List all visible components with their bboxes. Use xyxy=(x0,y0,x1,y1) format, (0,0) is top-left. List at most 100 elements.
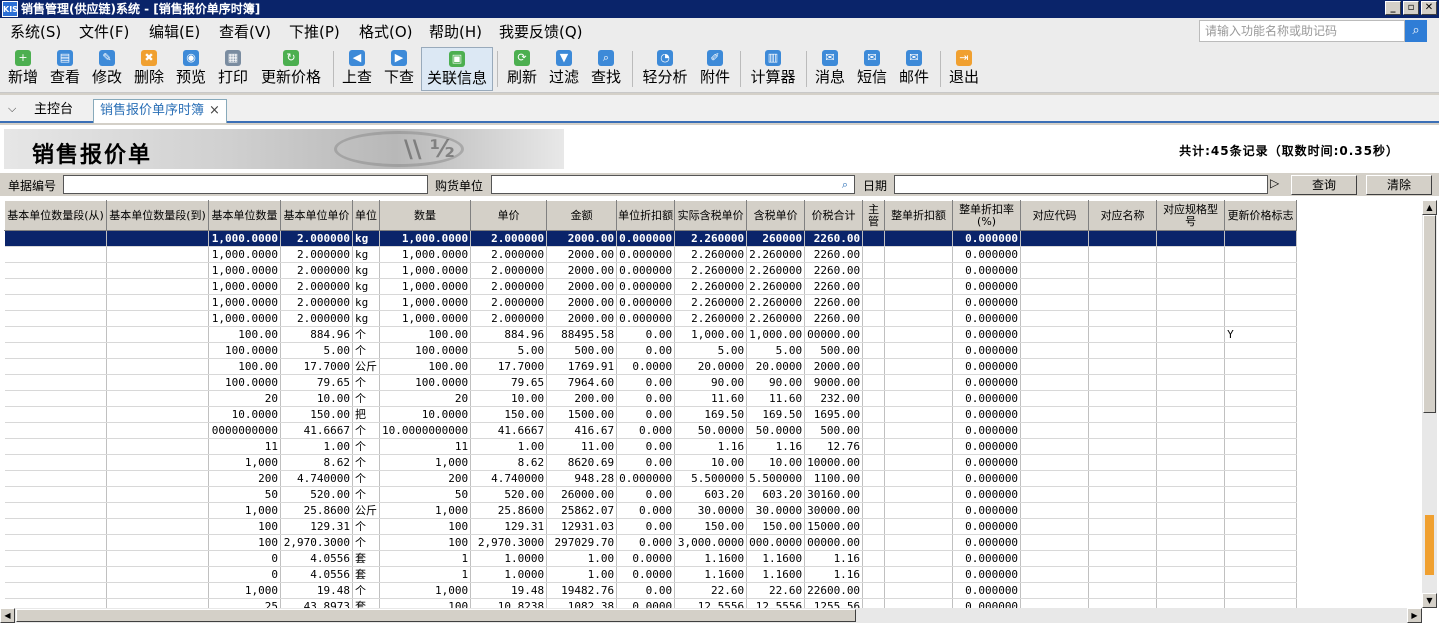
date-arrow-icon[interactable]: ▷ xyxy=(1270,176,1279,190)
column-header[interactable]: 基本单位单价 xyxy=(280,200,353,231)
column-header[interactable]: 单位 xyxy=(352,200,380,231)
link-info-button[interactable]: ▣ 关联信息 xyxy=(421,47,493,91)
vertical-scrollbar[interactable]: ▲ ▼ xyxy=(1422,200,1437,608)
table-row[interactable]: 1,000.0000 2.000000 kg 1,000.0000 2.000000 20… xyxy=(4,230,1298,247)
minimize-button[interactable]: _ xyxy=(1385,1,1401,15)
preview-button[interactable]: ◉ 预览 xyxy=(172,47,210,91)
chevron-down-icon[interactable]: ⌵ xyxy=(8,102,16,116)
column-header[interactable]: 对应规格型号 xyxy=(1156,200,1226,231)
filter-button[interactable]: ▼ 过滤 xyxy=(545,47,583,91)
add-button[interactable]: + 新增 xyxy=(4,47,42,91)
message-button[interactable]: ✉ 消息 xyxy=(811,47,849,91)
table-row[interactable]: 1,000 19.48 个 1,000 19.48 19482.76 0.00 22.60 22… xyxy=(4,582,1298,599)
find-button[interactable]: ⌕ 查找 xyxy=(587,47,625,91)
print-button[interactable]: ▦ 打印 xyxy=(214,47,252,91)
table-row[interactable]: 1,000.0000 2.000000 kg 1,000.0000 2.000000 20… xyxy=(4,294,1298,311)
column-header[interactable]: 单位折扣额 xyxy=(616,200,676,231)
table-cell: 2.260000 xyxy=(746,294,806,311)
scroll-thumb[interactable] xyxy=(16,609,856,622)
clear-button[interactable]: 清除 xyxy=(1366,175,1432,195)
column-header[interactable]: 金额 xyxy=(546,200,618,231)
table-row[interactable]: 25 43.8973 套 100 10.8238 1082.38 0.0000 12.5556… xyxy=(4,598,1298,608)
column-header[interactable]: 基本单位数量段(从) xyxy=(4,200,107,231)
table-cell: 0.000000 xyxy=(616,470,676,487)
column-header[interactable]: 基本单位数量 xyxy=(208,200,281,231)
menu-help[interactable]: 帮助(H) xyxy=(429,22,482,42)
menu-format[interactable]: 格式(O) xyxy=(359,22,413,42)
date-input[interactable] xyxy=(894,175,1268,194)
table-row[interactable]: 0 4.0556 套 1 1.0000 1.00 0.0000 1.1600 1.1600 1.1… xyxy=(4,550,1298,567)
menu-file[interactable]: 文件(F) xyxy=(79,22,129,42)
calculator-button[interactable]: ▥ 计算器 xyxy=(746,47,800,91)
query-down-button[interactable]: ▶ 下查 xyxy=(380,47,418,91)
table-row[interactable]: 100.0000 79.65 个 100.0000 79.65 7964.60 0.00 90… xyxy=(4,374,1298,391)
tab-quote-journal[interactable]: 销售报价单序时簿 × xyxy=(93,99,227,123)
table-row[interactable]: 100.00 17.7000 公斤 100.00 17.7000 1769.91 0.000… xyxy=(4,358,1298,375)
scroll-left-icon[interactable]: ◀ xyxy=(0,608,15,623)
exit-button[interactable]: ⇥ 退出 xyxy=(945,47,983,91)
column-header[interactable]: 对应代码 xyxy=(1020,200,1090,231)
horizontal-scrollbar[interactable]: ◀ ▶ xyxy=(0,608,1422,623)
table-row[interactable]: 1,000.0000 2.000000 kg 1,000.0000 2.000000 20… xyxy=(4,246,1298,263)
column-header[interactable]: 数量 xyxy=(378,200,472,231)
table-row[interactable]: 0000000000 41.6667 个 10.0000000000 41.6667 41… xyxy=(4,422,1298,439)
table-row[interactable]: 10.0000 150.00 把 10.0000 150.00 1500.00 0.00 16… xyxy=(4,406,1298,423)
column-header[interactable]: 含税单价 xyxy=(746,200,806,231)
table-cell: 1,000.0000 xyxy=(208,294,281,311)
scroll-thumb[interactable] xyxy=(1423,215,1436,413)
column-header[interactable]: 主管 xyxy=(862,200,886,231)
tab-main-console[interactable]: 主控台 xyxy=(28,99,79,123)
edit-button[interactable]: ✎ 修改 xyxy=(88,47,126,91)
sms-button[interactable]: ✉ 短信 xyxy=(853,47,891,91)
menu-feedback[interactable]: 我要反馈(Q) xyxy=(499,22,583,42)
column-header[interactable]: 对应名称 xyxy=(1088,200,1158,231)
table-row[interactable]: 1,000.0000 2.000000 kg 1,000.0000 2.000000 20… xyxy=(4,310,1298,327)
menu-edit[interactable]: 编辑(E) xyxy=(149,22,200,42)
table-row[interactable]: 50 520.00 个 50 520.00 26000.00 0.00 603.20 603.2… xyxy=(4,486,1298,503)
menu-pushdown[interactable]: 下推(P) xyxy=(289,22,340,42)
attachment-button[interactable]: ✐ 附件 xyxy=(696,47,734,91)
column-header[interactable]: 整单折扣率(%) xyxy=(952,200,1022,231)
table-row[interactable]: 1,000.0000 2.000000 kg 1,000.0000 2.000000 20… xyxy=(4,278,1298,295)
column-header[interactable]: 单价 xyxy=(470,200,548,231)
table-row[interactable]: 100 129.31 个 100 129.31 12931.03 0.00 150.00 150… xyxy=(4,518,1298,535)
close-tab-icon[interactable]: × xyxy=(209,103,220,118)
lookup-icon[interactable]: ⌕ xyxy=(837,177,853,192)
table-row[interactable]: 1,000 8.62 个 1,000 8.62 8620.69 0.00 10.00 10.00… xyxy=(4,454,1298,471)
mail-button[interactable]: ✉ 邮件 xyxy=(895,47,933,91)
table-row[interactable]: 100.0000 5.00 个 100.0000 5.00 500.00 0.00 5.00 5… xyxy=(4,342,1298,359)
doc-no-input[interactable] xyxy=(63,175,428,194)
menu-view[interactable]: 查看(V) xyxy=(219,22,271,42)
refresh-button[interactable]: ⟳ 刷新 xyxy=(503,47,541,91)
buyer-input[interactable]: ⌕ xyxy=(491,175,855,194)
menu-system[interactable]: 系统(S) xyxy=(10,22,61,42)
table-row[interactable]: 11 1.00 个 11 1.00 11.00 0.00 1.16 1.16 12.76 0.000… xyxy=(4,438,1298,455)
scroll-right-icon[interactable]: ▶ xyxy=(1407,608,1422,623)
table-row[interactable]: 1,000.0000 2.000000 kg 1,000.0000 2.000000 20… xyxy=(4,262,1298,279)
table-cell xyxy=(4,486,107,503)
restore-button[interactable]: ▫ xyxy=(1403,1,1419,15)
table-row[interactable]: 20 10.00 个 20 10.00 200.00 0.00 11.60 11.60 232.0… xyxy=(4,390,1298,407)
table-row[interactable]: 1,000 25.8600 公斤 1,000 25.8600 25862.07 0.000 3… xyxy=(4,502,1298,519)
update-price-button[interactable]: ↻ 更新价格 xyxy=(256,47,326,91)
query-up-button[interactable]: ◀ 上查 xyxy=(338,47,376,91)
scroll-up-icon[interactable]: ▲ xyxy=(1422,200,1437,215)
search-icon[interactable]: ⌕ xyxy=(1405,20,1427,42)
column-header[interactable]: 基本单位数量段(到) xyxy=(106,200,209,231)
delete-button[interactable]: ✖ 删除 xyxy=(130,47,168,91)
scroll-down-icon[interactable]: ▼ xyxy=(1422,593,1437,608)
column-header[interactable]: 更新价格标志 xyxy=(1224,200,1298,231)
column-header[interactable]: 价税合计 xyxy=(804,200,864,231)
function-search-input[interactable]: 请输入功能名称或助记码 xyxy=(1199,20,1405,42)
query-button[interactable]: 查询 xyxy=(1291,175,1357,195)
table-row[interactable]: 100.00 884.96 个 100.00 884.96 88495.58 0.00 1,0… xyxy=(4,326,1298,343)
table-row[interactable]: 0 4.0556 套 1 1.0000 1.00 0.0000 1.1600 1.1600 1.1… xyxy=(4,566,1298,583)
column-header[interactable]: 实际含税单价 xyxy=(674,200,748,231)
table-cell: 100 xyxy=(208,518,281,535)
view-button[interactable]: ▤ 查看 xyxy=(46,47,84,91)
close-button[interactable]: ✕ xyxy=(1421,1,1437,15)
light-analysis-button[interactable]: ◔ 轻分析 xyxy=(638,47,692,91)
column-header[interactable]: 整单折扣额 xyxy=(884,200,954,231)
table-row[interactable]: 200 4.740000 个 200 4.740000 948.28 0.000000 5.5… xyxy=(4,470,1298,487)
table-row[interactable]: 100 2,970.3000 个 100 2,970.3000 297029.70 0.00… xyxy=(4,534,1298,551)
